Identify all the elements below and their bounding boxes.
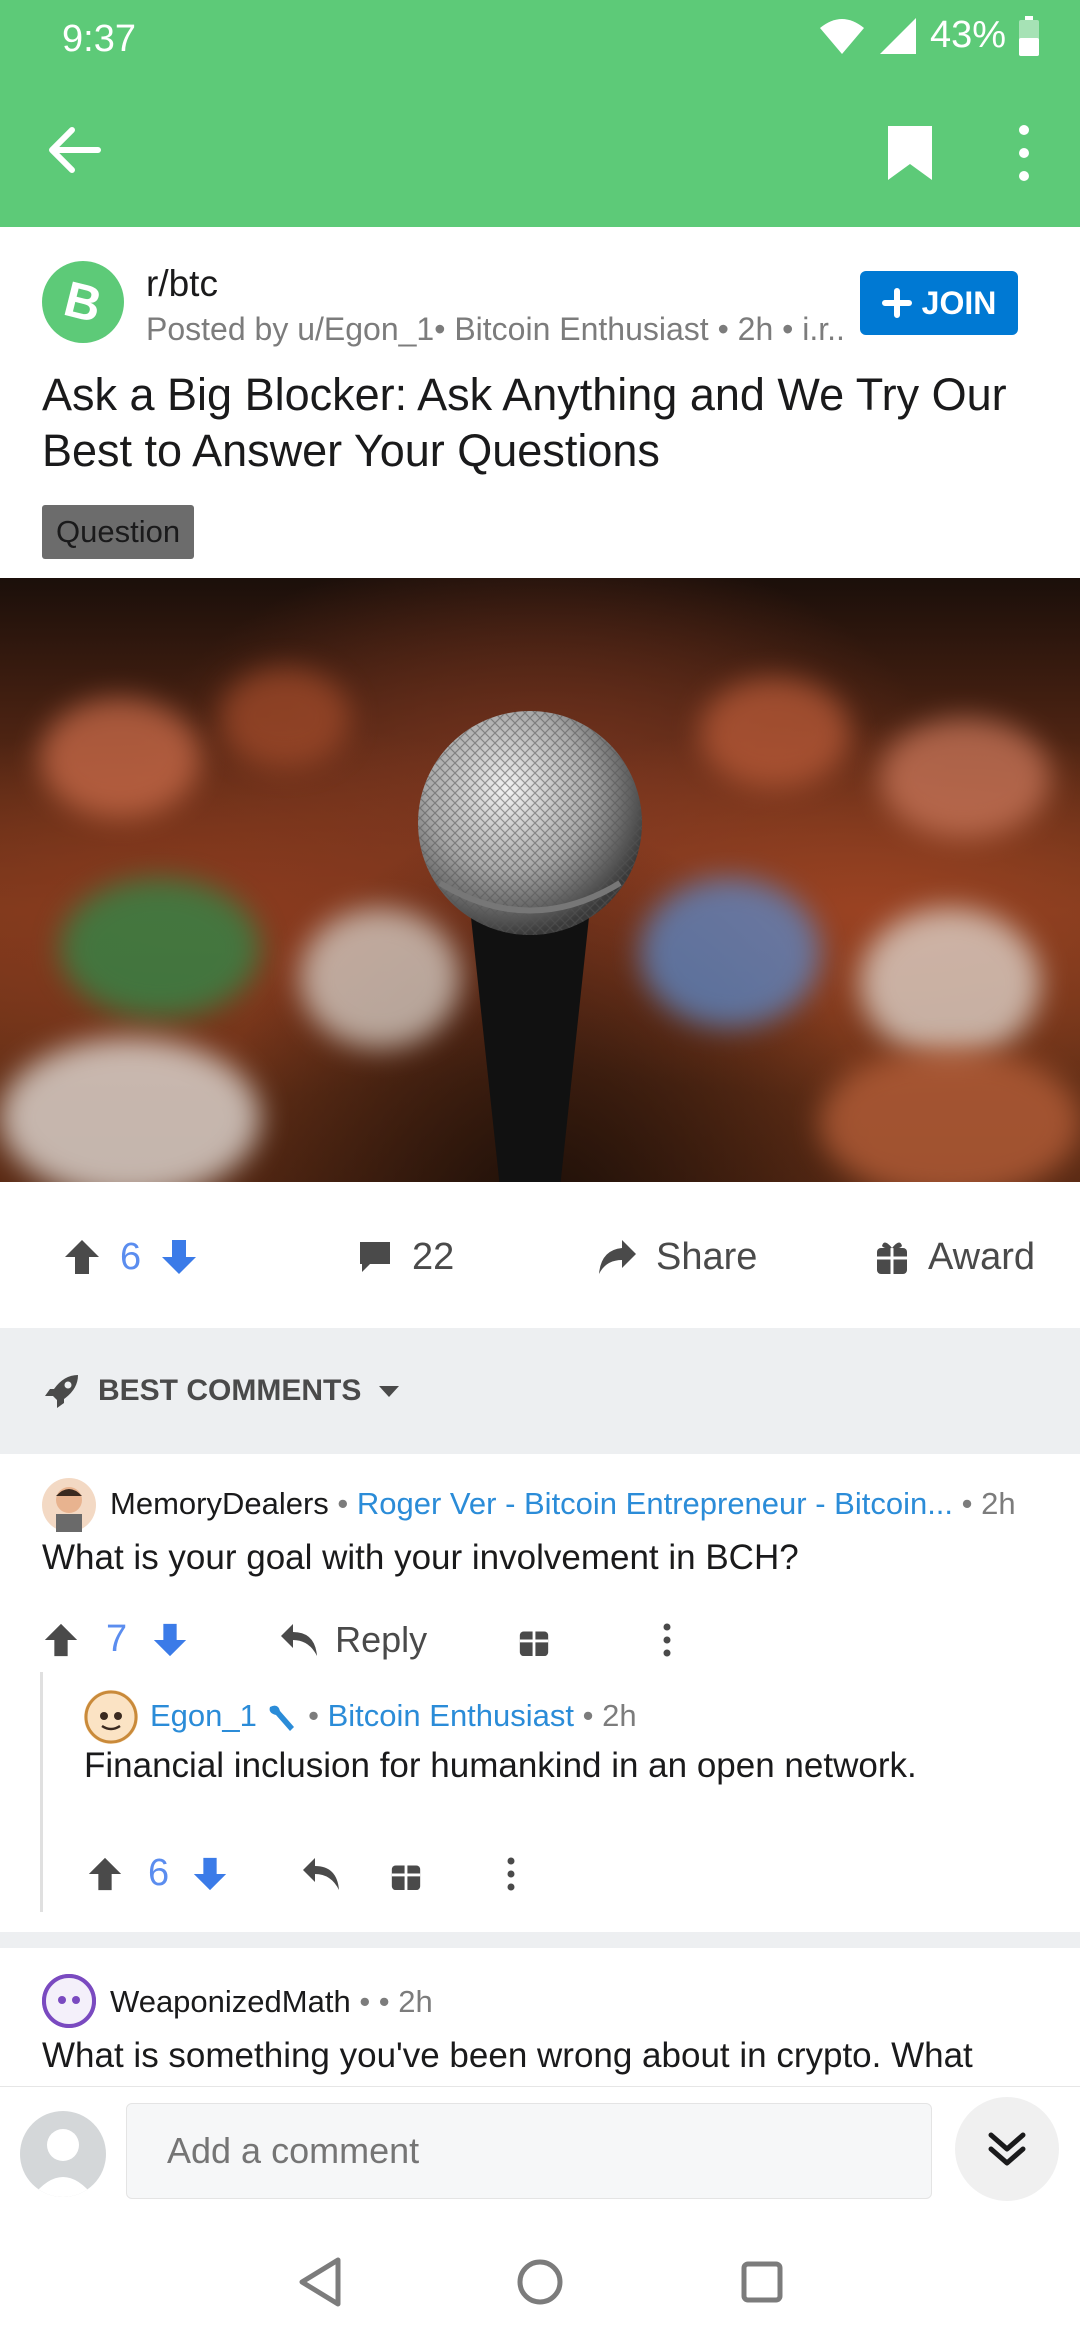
comment-author[interactable]: WeaponizedMath <box>110 1984 351 2019</box>
user-avatar-icon <box>32 2129 94 2197</box>
comment-time: • 2h <box>953 1486 1016 1521</box>
post-actions: 6 22 Share Award <box>0 1186 1080 1328</box>
moderator-wrench-icon <box>269 1705 294 1731</box>
more-vertical-icon[interactable] <box>661 1622 673 1658</box>
meta-separator: • <box>350 1984 379 2019</box>
gift-icon[interactable] <box>517 1622 551 1658</box>
snoo-avatar-icon <box>42 1974 96 2028</box>
comment-time: • 2h <box>378 1984 433 2019</box>
comment-divider <box>0 1932 1080 1948</box>
comment-body: Financial inclusion for humankind in an … <box>84 1746 917 1785</box>
posted-by: Posted by u/Egon_1• Bitcoin Enthusiast •… <box>146 311 846 347</box>
subreddit-name[interactable]: r/btc <box>146 263 218 305</box>
comment-author[interactable]: Egon_1 <box>150 1698 257 1733</box>
share-icon <box>599 1240 636 1274</box>
vote-group: 6 <box>62 1236 199 1279</box>
avatar[interactable] <box>84 1690 138 1744</box>
nav-home-icon[interactable] <box>510 2252 570 2312</box>
avatar[interactable] <box>42 1974 96 2028</box>
sort-label: BEST COMMENTS <box>98 1374 362 1407</box>
share-button[interactable]: Share <box>596 1236 757 1279</box>
comment-author[interactable]: MemoryDealers <box>110 1486 329 1521</box>
comment-meta: WeaponizedMath • • 2h <box>110 1984 1010 2020</box>
comment-body: What is something you've been wrong abou… <box>42 2036 973 2075</box>
battery-icon <box>1019 15 1039 56</box>
status-icons: 43% <box>818 14 1040 57</box>
upvote-icon[interactable] <box>86 1855 124 1893</box>
upvote-icon[interactable] <box>62 1237 102 1277</box>
system-nav-bar <box>0 2222 1080 2340</box>
vote-count: 6 <box>120 1235 142 1278</box>
join-button[interactable]: JOIN <box>860 271 1018 335</box>
user-avatar[interactable] <box>20 2111 106 2197</box>
gift-icon <box>877 1242 907 1274</box>
reply-icon[interactable] <box>279 1622 319 1658</box>
thread-line[interactable] <box>40 1672 43 1912</box>
reply-icon[interactable] <box>301 1856 341 1892</box>
collapse-button[interactable] <box>955 2097 1059 2201</box>
comment-actions: 7 Reply <box>42 1618 673 1661</box>
post-image[interactable] <box>0 578 1080 1182</box>
rocket-icon <box>45 1375 78 1408</box>
signal-icon <box>879 17 916 54</box>
comment-sort-bar[interactable]: BEST COMMENTS <box>0 1328 1080 1454</box>
subreddit-avatar[interactable]: B <box>42 261 124 343</box>
comment-time: • 2h <box>574 1698 637 1733</box>
double-chevron-down-icon <box>988 2132 1026 2166</box>
comment-body: What is your goal with your involvement … <box>42 1538 799 1577</box>
meta-separator: • <box>328 1486 357 1521</box>
comment-composer <box>0 2086 1080 2222</box>
user-flair: Bitcoin Enthusiast <box>327 1698 575 1733</box>
back-arrow-icon[interactable] <box>42 118 106 182</box>
award-button[interactable]: Award <box>874 1236 1035 1279</box>
post-flair[interactable]: Question <box>42 505 195 559</box>
snoo-avatar-icon <box>84 1690 138 1744</box>
svg-text:B: B <box>59 270 108 333</box>
bookmark-icon[interactable] <box>882 122 938 184</box>
join-label: JOIN <box>921 284 997 321</box>
battery-percent: 43% <box>929 14 1006 56</box>
comment-meta: Egon_1 • Bitcoin Enthusiast • 2h <box>150 1698 1030 1734</box>
comment-vote-count: 7 <box>106 1618 128 1660</box>
upvote-icon[interactable] <box>42 1621 80 1659</box>
comment-vote-count: 6 <box>148 1852 170 1894</box>
nav-back-icon[interactable] <box>292 2252 352 2312</box>
bitcoin-icon: B <box>59 270 108 333</box>
avatar[interactable] <box>42 1478 96 1532</box>
comments-button[interactable]: 22 <box>356 1236 454 1279</box>
award-label: Award <box>928 1235 1036 1278</box>
more-vertical-icon[interactable] <box>1004 118 1044 188</box>
status-time: 9:37 <box>62 18 136 60</box>
meta-separator: • <box>299 1698 328 1733</box>
wifi-icon <box>819 18 864 54</box>
gift-icon[interactable] <box>389 1856 423 1892</box>
nav-recents-icon[interactable] <box>732 2252 792 2312</box>
downvote-icon[interactable] <box>191 1855 229 1893</box>
comment-input[interactable] <box>126 2103 932 2199</box>
person-avatar-icon <box>56 1487 82 1532</box>
post-title: Ask a Big Blocker: Ask Anything and We T… <box>42 369 1007 476</box>
comment-meta: MemoryDealers • Roger Ver - Bitcoin Entr… <box>110 1486 1040 1522</box>
downvote-icon[interactable] <box>151 1621 189 1659</box>
app-bar: 9:37 43% <box>0 0 1080 227</box>
user-flair: Roger Ver - Bitcoin Entrepreneur - Bitco… <box>356 1486 954 1521</box>
plus-icon <box>881 288 912 318</box>
microphone-image <box>418 711 642 1182</box>
comment-weaponizedmath: WeaponizedMath • • 2h What is something … <box>0 1948 1080 2086</box>
share-label: Share <box>656 1235 758 1278</box>
downvote-icon[interactable] <box>159 1237 199 1277</box>
comment-actions: 6 <box>86 1852 517 1895</box>
comment-count: 22 <box>412 1235 455 1278</box>
caret-down-icon <box>379 1386 400 1397</box>
more-vertical-icon[interactable] <box>505 1856 517 1892</box>
reply-label[interactable]: Reply <box>335 1619 427 1661</box>
comment-icon <box>360 1242 390 1272</box>
